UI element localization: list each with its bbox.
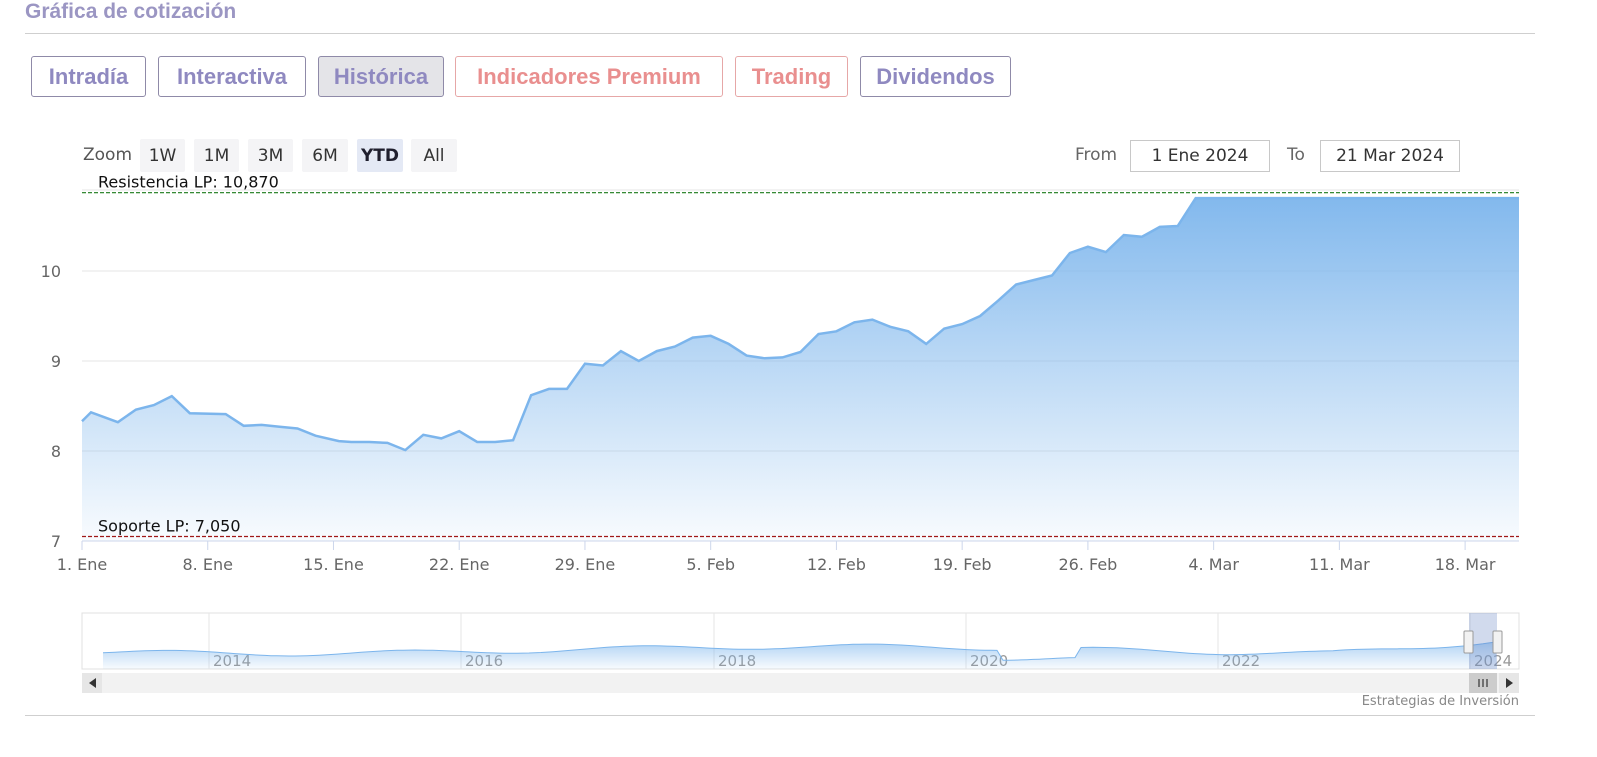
scrollbar-left-button xyxy=(82,673,102,693)
navigator-left-handle xyxy=(1463,630,1474,654)
navigator-selection xyxy=(1469,613,1497,669)
navigator-line xyxy=(102,641,1496,661)
from-label: From xyxy=(1075,145,1118,165)
tab-label: Dividendos xyxy=(876,63,995,89)
navigator-year-label: 2016 xyxy=(465,652,503,670)
tab-intradia[interactable]: Intradía xyxy=(31,56,146,97)
price-area xyxy=(82,198,1519,541)
tab-interactiva[interactable]: Interactiva xyxy=(158,56,306,97)
to-label: To xyxy=(1287,145,1305,165)
y-tick-label: 7 xyxy=(51,532,61,551)
x-tick-label: 4. Mar xyxy=(1188,555,1239,574)
y-tick-label: 8 xyxy=(51,442,61,461)
x-tick-label: 8. Ene xyxy=(183,555,233,574)
navigator-area xyxy=(103,642,1497,669)
navigator-year-label: 2020 xyxy=(970,652,1008,670)
x-axis: 1. Ene 8. Ene 15. Ene 22. Ene 29. Ene 5. Feb 1… xyxy=(57,540,1519,574)
navigator-year-label: 2022 xyxy=(1222,652,1260,670)
zoom-all-button[interactable]: All xyxy=(411,139,457,172)
tab-label: Indicadores Premium xyxy=(477,63,701,89)
navigator-year-label: 2014 xyxy=(213,652,251,670)
y-axis: 7 8 9 10 xyxy=(41,262,61,551)
navigator: 2014 2016 2018 2020 2022 2024 xyxy=(81,612,1520,693)
y-tick-label: 9 xyxy=(51,352,61,371)
price-chart: 7 8 9 10 Resistencia LP: 10,870 Soporte LP: … xyxy=(41,173,1520,693)
x-tick-label: 5. Feb xyxy=(686,555,735,574)
navigator-year-label: 2018 xyxy=(718,652,756,670)
zoom-6m-button[interactable]: 6M xyxy=(302,139,348,172)
tab-label: Intradía xyxy=(48,63,129,89)
from-date-input[interactable]: 1 Ene 2024 xyxy=(1130,140,1270,172)
x-tick-label: 15. Ene xyxy=(303,555,364,574)
y-tick-label: 10 xyxy=(41,262,61,281)
zoom-ytd-button[interactable]: YTD xyxy=(357,139,403,172)
tab-label: Interactiva xyxy=(176,63,288,89)
zoom-1w-button[interactable]: 1W xyxy=(140,139,185,172)
scrollbar-right-button xyxy=(1499,673,1519,693)
resistance-label: Resistencia LP: 10,870 xyxy=(98,173,279,192)
tab-indicadores-premium[interactable]: Indicadores Premium xyxy=(455,56,723,97)
x-tick-label: 22. Ene xyxy=(429,555,490,574)
chart-credit: Estrategias de Inversión xyxy=(1361,694,1519,709)
x-tick-label: 12. Feb xyxy=(807,555,866,574)
x-tick-label: 29. Ene xyxy=(555,555,616,574)
chart-gridlines xyxy=(82,189,1519,542)
x-tick-label: 1. Ene xyxy=(57,555,107,574)
tab-dividendos[interactable]: Dividendos xyxy=(860,56,1011,97)
bottom-divider xyxy=(25,715,1535,716)
zoom-label: Zoom xyxy=(83,145,133,165)
x-tick-label: 19. Feb xyxy=(933,555,992,574)
scroll-right-arrow-icon xyxy=(1506,678,1513,688)
tab-label: Histórica xyxy=(333,63,429,89)
zoom-1m-button[interactable]: 1M xyxy=(194,139,239,172)
navigator-right-handle xyxy=(1492,630,1503,654)
scrollbar-grip-icon xyxy=(1478,679,1488,687)
support-label: Soporte LP: 7,050 xyxy=(98,517,241,536)
section-title: Gráfica de cotización xyxy=(25,0,237,23)
tab-historica[interactable]: Histórica xyxy=(318,56,444,97)
title-divider xyxy=(25,33,1535,34)
x-tick-label: 18. Mar xyxy=(1435,555,1496,574)
navigator-year-label: 2024 xyxy=(1474,652,1512,670)
tab-trading[interactable]: Trading xyxy=(735,56,848,97)
scrollbar-thumb xyxy=(1469,673,1497,693)
to-date-input[interactable]: 21 Mar 2024 xyxy=(1320,140,1460,172)
chart-annotations: Resistencia LP: 10,870 Soporte LP: 7,050 xyxy=(82,173,1519,538)
x-tick-label: 26. Feb xyxy=(1058,555,1117,574)
scrollbar-track xyxy=(82,673,1519,693)
navigator-frame xyxy=(81,612,1520,670)
price-line xyxy=(81,196,1519,452)
tab-label: Trading xyxy=(751,63,832,89)
zoom-3m-button[interactable]: 3M xyxy=(248,139,293,172)
x-tick-label: 11. Mar xyxy=(1309,555,1370,574)
scroll-left-arrow-icon xyxy=(89,678,96,688)
